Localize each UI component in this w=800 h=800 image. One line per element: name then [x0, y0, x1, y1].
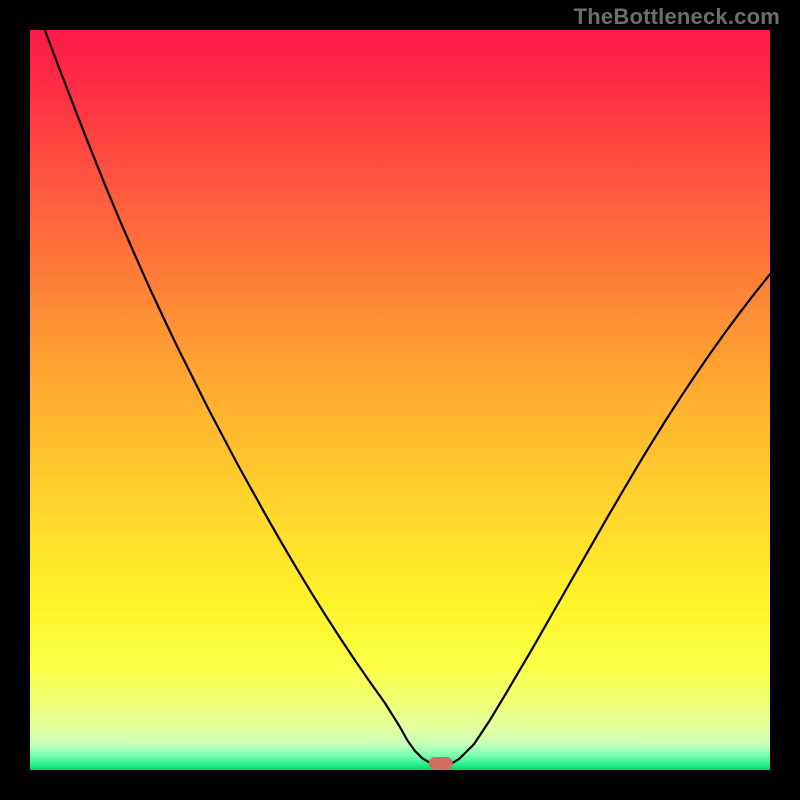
gradient-background: [30, 30, 770, 770]
chart-svg: [30, 30, 770, 770]
minimum-marker: [429, 757, 453, 770]
watermark-text: TheBottleneck.com: [574, 4, 780, 30]
chart-frame: TheBottleneck.com: [0, 0, 800, 800]
